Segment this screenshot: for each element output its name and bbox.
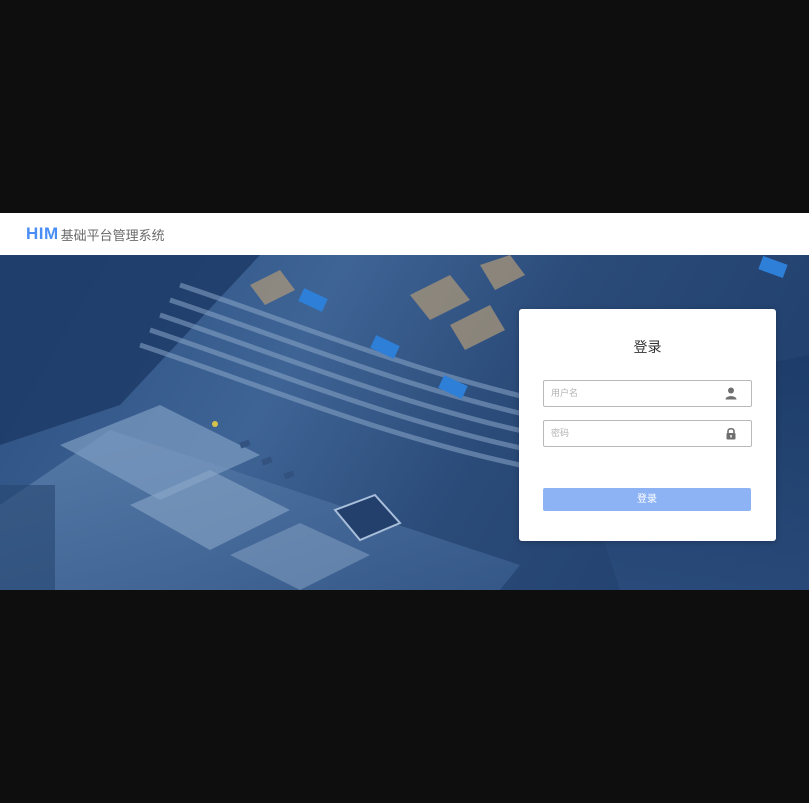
username-field[interactable] <box>543 380 752 407</box>
username-input[interactable] <box>544 381 724 406</box>
page: HIM 基础平台管理系统 登录 用户名 登录 <box>0 0 809 803</box>
login-card: 登录 登录 <box>519 309 776 541</box>
system-name: 基础平台管理系统 <box>60 228 165 244</box>
password-field[interactable] <box>543 420 752 447</box>
logo: HIM <box>26 224 59 243</box>
password-input[interactable] <box>544 421 724 446</box>
user-icon <box>725 387 737 400</box>
top-header: HIM 基础平台管理系统 <box>0 213 809 255</box>
lock-icon <box>726 427 736 440</box>
login-title: 登录 <box>633 340 662 356</box>
login-button[interactable]: 登录 <box>543 488 751 511</box>
